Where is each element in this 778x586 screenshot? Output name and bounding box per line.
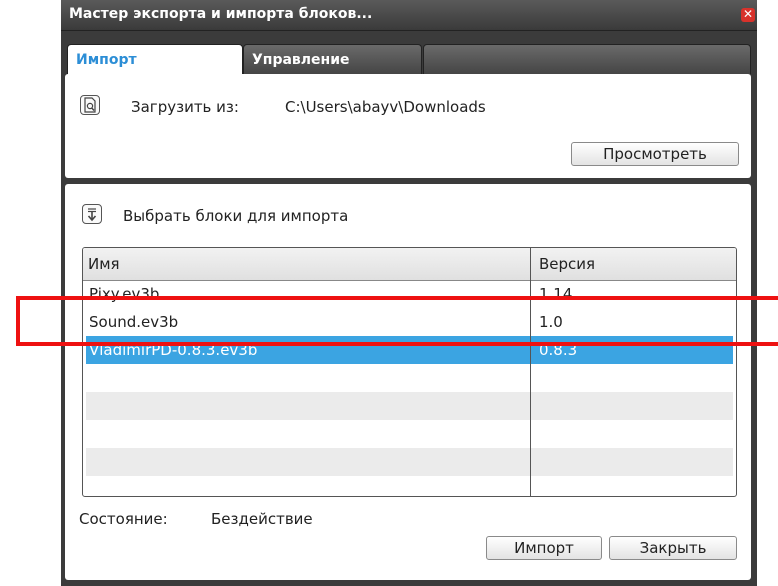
row-name: VladimirPD-0.8.3.ev3b	[89, 341, 258, 359]
empty-row	[86, 448, 733, 476]
empty-row	[86, 364, 733, 392]
tab-manage[interactable]: Управление	[243, 44, 422, 74]
row-version: 0.8.3	[539, 341, 578, 359]
close-button[interactable]: Закрыть	[609, 536, 737, 560]
load-panel: Загрузить из: C:\Users\abayv\Downloads П…	[65, 74, 751, 178]
row-name: Pixy.ev3b	[89, 285, 160, 303]
load-path: C:\Users\abayv\Downloads	[285, 98, 486, 116]
import-button[interactable]: Импорт	[486, 536, 602, 560]
import-panel: Выбрать блоки для импорта Имя Версия Pix…	[65, 184, 751, 580]
blocks-table: Имя Версия Pixy.ev3b 1.14 Sound.ev3b 1.0…	[82, 247, 737, 497]
column-name-header[interactable]: Имя	[88, 255, 120, 273]
row-name: Sound.ev3b	[89, 313, 179, 331]
status-label: Состояние:	[79, 510, 168, 528]
column-version-header[interactable]: Версия	[539, 255, 595, 273]
title-bar[interactable]: Мастер экспорта и импорта блоков... ✕	[61, 0, 757, 31]
table-row[interactable]: Pixy.ev3b 1.14	[86, 280, 733, 308]
close-icon[interactable]: ✕	[741, 8, 755, 22]
document-search-icon	[80, 95, 100, 115]
tab-import[interactable]: Импорт	[67, 44, 243, 74]
row-version: 1.14	[539, 285, 573, 303]
status-value: Бездействие	[211, 510, 313, 528]
table-header: Имя Версия	[83, 248, 736, 281]
table-row-selected[interactable]: VladimirPD-0.8.3.ev3b 0.8.3	[86, 336, 733, 364]
load-from-label: Загрузить из:	[131, 98, 239, 116]
table-row[interactable]: Sound.ev3b 1.0	[86, 308, 733, 336]
select-blocks-label: Выбрать блоки для импорта	[123, 207, 349, 225]
row-version: 1.0	[539, 313, 563, 331]
window-title: Мастер экспорта и импорта блоков...	[69, 6, 373, 22]
browse-button[interactable]: Просмотреть	[571, 142, 739, 166]
export-import-dialog: Мастер экспорта и импорта блоков... ✕ Им…	[61, 0, 757, 586]
tab-bar-filler	[423, 44, 751, 74]
download-arrow-icon	[82, 204, 102, 224]
empty-row	[86, 392, 733, 420]
empty-row	[86, 420, 733, 448]
column-divider	[530, 248, 531, 496]
